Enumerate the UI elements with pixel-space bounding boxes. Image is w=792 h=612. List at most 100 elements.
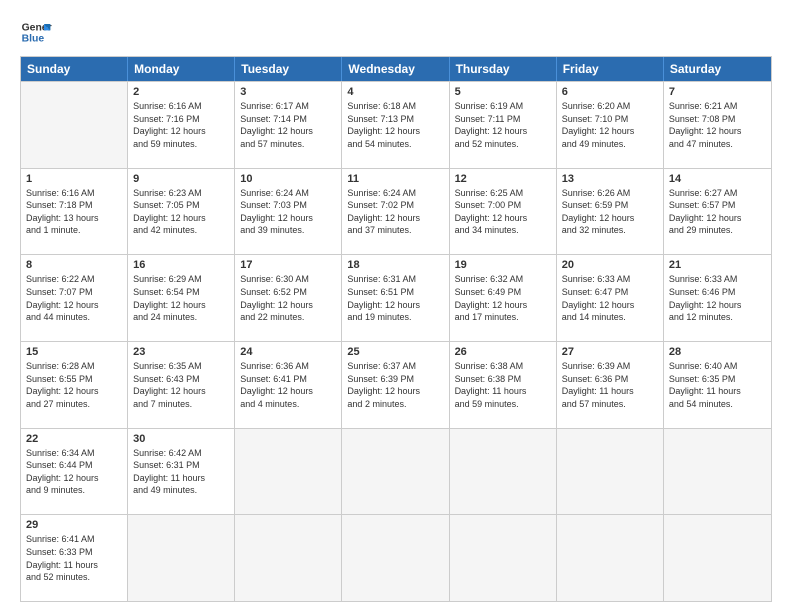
week-row-2: 8 Sunrise: 6:22 AM Sunset: 7:07 PM Daylig… [21,254,771,341]
day-info: Sunrise: 6:31 AM Sunset: 6:51 PM Dayligh… [347,273,443,323]
day-number: 26 [455,346,551,358]
calendar-body: 2 Sunrise: 6:16 AM Sunset: 7:16 PM Daylig… [21,81,771,601]
day-info: Sunrise: 6:37 AM Sunset: 6:39 PM Dayligh… [347,360,443,410]
page: General Blue SundayMondayTuesdayWednesda… [0,0,792,612]
day-info: Sunrise: 6:24 AM Sunset: 7:02 PM Dayligh… [347,187,443,237]
day-number: 25 [347,346,443,358]
calendar-cell [450,515,557,601]
day-number: 30 [133,433,229,445]
day-number: 29 [26,519,122,531]
day-info: Sunrise: 6:32 AM Sunset: 6:49 PM Dayligh… [455,273,551,323]
day-number: 23 [133,346,229,358]
calendar-header: SundayMondayTuesdayWednesdayThursdayFrid… [21,57,771,81]
day-info: Sunrise: 6:28 AM Sunset: 6:55 PM Dayligh… [26,360,122,410]
day-number: 4 [347,86,443,98]
day-info: Sunrise: 6:38 AM Sunset: 6:38 PM Dayligh… [455,360,551,410]
calendar-cell: 8 Sunrise: 6:22 AM Sunset: 7:07 PM Daylig… [21,255,128,341]
day-number: 20 [562,259,658,271]
day-number: 28 [669,346,766,358]
calendar: SundayMondayTuesdayWednesdayThursdayFrid… [20,56,772,602]
calendar-cell: 27 Sunrise: 6:39 AM Sunset: 6:36 PM Dayli… [557,342,664,428]
day-info: Sunrise: 6:25 AM Sunset: 7:00 PM Dayligh… [455,187,551,237]
calendar-cell: 11 Sunrise: 6:24 AM Sunset: 7:02 PM Dayli… [342,169,449,255]
calendar-cell [342,429,449,515]
calendar-cell [450,429,557,515]
calendar-cell: 15 Sunrise: 6:28 AM Sunset: 6:55 PM Dayli… [21,342,128,428]
calendar-cell: 25 Sunrise: 6:37 AM Sunset: 6:39 PM Dayli… [342,342,449,428]
calendar-cell: 3 Sunrise: 6:17 AM Sunset: 7:14 PM Daylig… [235,82,342,168]
day-info: Sunrise: 6:39 AM Sunset: 6:36 PM Dayligh… [562,360,658,410]
day-info: Sunrise: 6:30 AM Sunset: 6:52 PM Dayligh… [240,273,336,323]
svg-text:Blue: Blue [22,34,45,45]
calendar-cell: 17 Sunrise: 6:30 AM Sunset: 6:52 PM Dayli… [235,255,342,341]
calendar-cell: 13 Sunrise: 6:26 AM Sunset: 6:59 PM Dayli… [557,169,664,255]
calendar-cell [21,82,128,168]
day-number: 21 [669,259,766,271]
day-number: 15 [26,346,122,358]
day-number: 1 [26,173,122,185]
calendar-cell [664,515,771,601]
calendar-cell [342,515,449,601]
calendar-cell: 19Sunrise: 6:32 AM Sunset: 6:49 PM Dayli… [450,255,557,341]
day-info: Sunrise: 6:20 AM Sunset: 7:10 PM Dayligh… [562,100,658,150]
week-row-1: 1 Sunrise: 6:16 AM Sunset: 7:18 PM Daylig… [21,168,771,255]
day-number: 8 [26,259,122,271]
day-info: Sunrise: 6:26 AM Sunset: 6:59 PM Dayligh… [562,187,658,237]
calendar-cell: 14 Sunrise: 6:27 AM Sunset: 6:57 PM Dayli… [664,169,771,255]
calendar-cell [128,515,235,601]
calendar-cell: 29Sunrise: 6:41 AM Sunset: 6:33 PM Dayli… [21,515,128,601]
day-info: Sunrise: 6:35 AM Sunset: 6:43 PM Dayligh… [133,360,229,410]
header-day-saturday: Saturday [664,57,771,81]
day-number: 2 [133,86,229,98]
day-info: Sunrise: 6:36 AM Sunset: 6:41 PM Dayligh… [240,360,336,410]
day-info: Sunrise: 6:24 AM Sunset: 7:03 PM Dayligh… [240,187,336,237]
calendar-cell: 16Sunrise: 6:29 AM Sunset: 6:54 PM Dayli… [128,255,235,341]
calendar-cell: 18Sunrise: 6:31 AM Sunset: 6:51 PM Dayli… [342,255,449,341]
day-info: Sunrise: 6:21 AM Sunset: 7:08 PM Dayligh… [669,100,766,150]
day-info: Sunrise: 6:16 AM Sunset: 7:16 PM Dayligh… [133,100,229,150]
day-number: 27 [562,346,658,358]
calendar-cell: 20 Sunrise: 6:33 AM Sunset: 6:47 PM Dayli… [557,255,664,341]
day-info: Sunrise: 6:16 AM Sunset: 7:18 PM Dayligh… [26,187,122,237]
day-info: Sunrise: 6:40 AM Sunset: 6:35 PM Dayligh… [669,360,766,410]
day-number: 14 [669,173,766,185]
day-number: 17 [240,259,336,271]
day-number: 3 [240,86,336,98]
day-number: 10 [240,173,336,185]
calendar-cell [235,429,342,515]
calendar-cell: 4 Sunrise: 6:18 AM Sunset: 7:13 PM Daylig… [342,82,449,168]
day-number: 24 [240,346,336,358]
header-day-thursday: Thursday [450,57,557,81]
calendar-cell: 28 Sunrise: 6:40 AM Sunset: 6:35 PM Dayli… [664,342,771,428]
calendar-cell [557,515,664,601]
day-number: 7 [669,86,766,98]
header: General Blue [20,16,772,48]
week-row-0: 2 Sunrise: 6:16 AM Sunset: 7:16 PM Daylig… [21,81,771,168]
header-day-sunday: Sunday [21,57,128,81]
calendar-cell: 9 Sunrise: 6:23 AM Sunset: 7:05 PM Daylig… [128,169,235,255]
day-info: Sunrise: 6:33 AM Sunset: 6:46 PM Dayligh… [669,273,766,323]
calendar-cell: 7 Sunrise: 6:21 AM Sunset: 7:08 PM Daylig… [664,82,771,168]
day-info: Sunrise: 6:34 AM Sunset: 6:44 PM Dayligh… [26,447,122,497]
calendar-cell: 10 Sunrise: 6:24 AM Sunset: 7:03 PM Dayli… [235,169,342,255]
day-info: Sunrise: 6:18 AM Sunset: 7:13 PM Dayligh… [347,100,443,150]
day-info: Sunrise: 6:17 AM Sunset: 7:14 PM Dayligh… [240,100,336,150]
day-info: Sunrise: 6:19 AM Sunset: 7:11 PM Dayligh… [455,100,551,150]
day-info: Sunrise: 6:22 AM Sunset: 7:07 PM Dayligh… [26,273,122,323]
calendar-cell: 30Sunrise: 6:42 AM Sunset: 6:31 PM Dayli… [128,429,235,515]
calendar-cell [235,515,342,601]
day-info: Sunrise: 6:23 AM Sunset: 7:05 PM Dayligh… [133,187,229,237]
calendar-cell [664,429,771,515]
day-number: 11 [347,173,443,185]
calendar-cell: 21 Sunrise: 6:33 AM Sunset: 6:46 PM Dayli… [664,255,771,341]
day-number: 12 [455,173,551,185]
calendar-cell [557,429,664,515]
day-info: Sunrise: 6:27 AM Sunset: 6:57 PM Dayligh… [669,187,766,237]
day-number: 13 [562,173,658,185]
week-row-3: 15 Sunrise: 6:28 AM Sunset: 6:55 PM Dayli… [21,341,771,428]
day-number: 16 [133,259,229,271]
calendar-cell: 23 Sunrise: 6:35 AM Sunset: 6:43 PM Dayli… [128,342,235,428]
day-info: Sunrise: 6:33 AM Sunset: 6:47 PM Dayligh… [562,273,658,323]
calendar-cell: 2 Sunrise: 6:16 AM Sunset: 7:16 PM Daylig… [128,82,235,168]
day-number: 9 [133,173,229,185]
